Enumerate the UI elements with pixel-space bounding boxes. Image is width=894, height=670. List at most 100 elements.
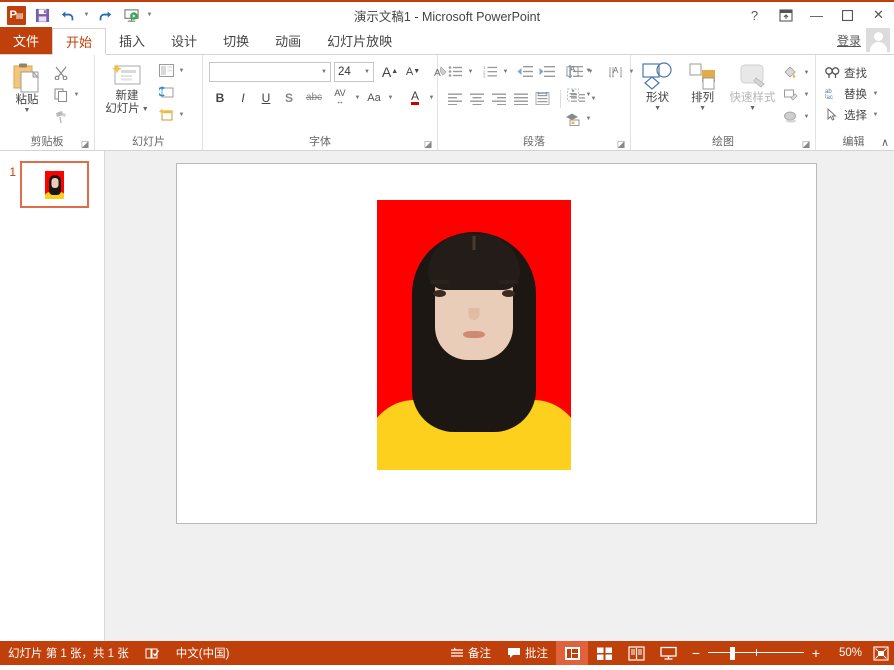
strikethrough-button[interactable]: abc (301, 87, 327, 109)
section-dropdown-icon[interactable]: ▼ (177, 112, 186, 118)
zoom-in-button[interactable]: + (810, 645, 822, 661)
align-center-button[interactable] (466, 88, 488, 110)
paste-button[interactable]: 粘贴 ▼ (4, 60, 50, 116)
shape-outline-dropdown-icon[interactable]: ▼ (802, 92, 811, 98)
change-case-dropdown-icon[interactable]: ▼ (386, 95, 395, 101)
bullets-dropdown-icon[interactable]: ▼ (466, 69, 475, 75)
ribbon-display-options-button[interactable] (770, 2, 801, 28)
bold-button[interactable]: B (209, 87, 231, 109)
numbering-button[interactable]: 1 2 3 (479, 61, 501, 83)
tab-transitions[interactable]: 切换 (210, 27, 262, 54)
zoom-out-button[interactable]: − (690, 645, 702, 661)
slide-count-status[interactable]: 幻灯片 第 1 张，共 1 张 (0, 641, 137, 665)
font-name-dropdown-icon[interactable]: ▼ (321, 69, 327, 75)
copy-button[interactable] (50, 84, 72, 106)
undo-dropdown-icon[interactable]: ▼ (82, 12, 91, 18)
slide-thumbnail-1[interactable] (20, 161, 89, 208)
new-slide-button[interactable]: 新建 幻灯片 ▼ (99, 60, 155, 118)
language-status[interactable]: 中文(中国) (168, 641, 238, 665)
redo-button[interactable] (93, 4, 117, 26)
new-slide-dropdown-icon[interactable]: ▼ (142, 106, 149, 113)
decrease-indent-button[interactable] (514, 61, 536, 83)
text-direction-vertical-button[interactable]: A (562, 60, 584, 82)
start-slideshow-button[interactable] (119, 4, 143, 26)
bullets-button[interactable] (444, 61, 466, 83)
quick-styles-button[interactable]: 快速样式 ▼ (725, 60, 780, 114)
help-button[interactable]: ? (739, 2, 770, 28)
comments-button[interactable]: 批注 (499, 641, 556, 665)
italic-button[interactable]: I (232, 87, 254, 109)
shape-effects-button[interactable] (780, 106, 802, 128)
shrink-font-button[interactable]: A ▼ (402, 61, 424, 83)
shapes-button[interactable]: 形状 ▼ (635, 60, 680, 114)
shape-fill-button[interactable] (780, 62, 802, 84)
align-text-dropdown-icon[interactable]: ▼ (584, 92, 593, 98)
save-button[interactable] (30, 4, 54, 26)
font-color-dropdown-icon[interactable]: ▼ (427, 95, 436, 101)
normal-view-button[interactable] (556, 641, 588, 665)
id-photo-image[interactable] (377, 200, 571, 470)
font-color-button[interactable]: A (404, 87, 426, 109)
cut-button[interactable] (50, 62, 72, 84)
justify-button[interactable] (510, 88, 532, 110)
arrange-button[interactable]: 排列 ▼ (680, 60, 725, 114)
select-dropdown-icon[interactable]: ▼ (871, 112, 880, 118)
font-size-dropdown-icon[interactable]: ▼ (364, 69, 370, 75)
increase-indent-button[interactable] (536, 61, 558, 83)
powerpoint-logo-button[interactable]: P ▤ (4, 4, 28, 26)
format-painter-button[interactable] (50, 106, 72, 128)
tab-file[interactable]: 文件 (0, 27, 53, 54)
align-left-button[interactable] (444, 88, 466, 110)
paste-dropdown-icon[interactable]: ▼ (24, 107, 31, 114)
copy-dropdown-icon[interactable]: ▼ (72, 92, 81, 98)
maximize-button[interactable] (832, 2, 863, 28)
undo-button[interactable] (56, 4, 80, 26)
reading-view-button[interactable] (620, 641, 652, 665)
select-button[interactable]: 选择 ▼ (822, 104, 883, 125)
avatar[interactable] (866, 28, 890, 52)
shape-fill-dropdown-icon[interactable]: ▼ (802, 70, 811, 76)
convert-smartart-button[interactable] (562, 108, 584, 130)
fit-to-window-button[interactable] (868, 641, 894, 665)
layout-button[interactable] (155, 60, 177, 82)
text-direction-vertical-dropdown-icon[interactable]: ▼ (584, 68, 593, 74)
replace-dropdown-icon[interactable]: ▼ (871, 91, 880, 97)
tab-animations[interactable]: 动画 (262, 27, 314, 54)
drawing-dialog-launcher[interactable]: ◪ (801, 139, 811, 149)
proofing-status[interactable] (137, 641, 168, 665)
customize-qat-button[interactable]: ▼ (145, 12, 154, 18)
section-button[interactable] (155, 104, 177, 126)
text-shadow-button[interactable]: S (278, 87, 300, 109)
slideshow-view-button[interactable] (652, 641, 684, 665)
paragraph-dialog-launcher[interactable]: ◪ (616, 139, 626, 149)
character-spacing-dropdown-icon[interactable]: ▼ (353, 95, 362, 101)
convert-smartart-dropdown-icon[interactable]: ▼ (584, 116, 593, 122)
collapse-ribbon-button[interactable]: ∧ (881, 136, 889, 149)
notes-button[interactable]: 备注 (442, 641, 499, 665)
tab-slideshow[interactable]: 幻灯片放映 (314, 27, 405, 54)
minimize-button[interactable]: — (801, 2, 832, 28)
reset-button[interactable] (155, 82, 177, 104)
close-button[interactable]: ✕ (863, 2, 894, 28)
slide-editing-pane[interactable] (105, 151, 894, 641)
arrange-dropdown-icon[interactable]: ▼ (699, 105, 706, 112)
align-text-button[interactable] (562, 84, 584, 106)
signin-link[interactable]: 登录 (837, 32, 861, 49)
tab-design[interactable]: 设计 (158, 27, 210, 54)
quick-styles-dropdown-icon[interactable]: ▼ (749, 105, 756, 112)
font-dialog-launcher[interactable]: ◪ (423, 139, 433, 149)
slide-sorter-button[interactable] (588, 641, 620, 665)
find-button[interactable]: 查找 (822, 62, 870, 83)
font-size-input[interactable]: 24 ▼ (334, 61, 374, 82)
tab-home[interactable]: 开始 (52, 28, 107, 55)
distribute-button[interactable] (532, 88, 554, 110)
zoom-level-label[interactable]: 50% (828, 647, 862, 659)
layout-dropdown-icon[interactable]: ▼ (177, 68, 186, 74)
align-right-button[interactable] (488, 88, 510, 110)
zoom-slider-handle[interactable] (730, 647, 735, 660)
shape-effects-dropdown-icon[interactable]: ▼ (802, 114, 811, 120)
change-case-button[interactable]: Aa (363, 87, 385, 109)
numbering-dropdown-icon[interactable]: ▼ (501, 69, 510, 75)
shapes-dropdown-icon[interactable]: ▼ (654, 105, 661, 112)
underline-button[interactable]: U (255, 87, 277, 109)
